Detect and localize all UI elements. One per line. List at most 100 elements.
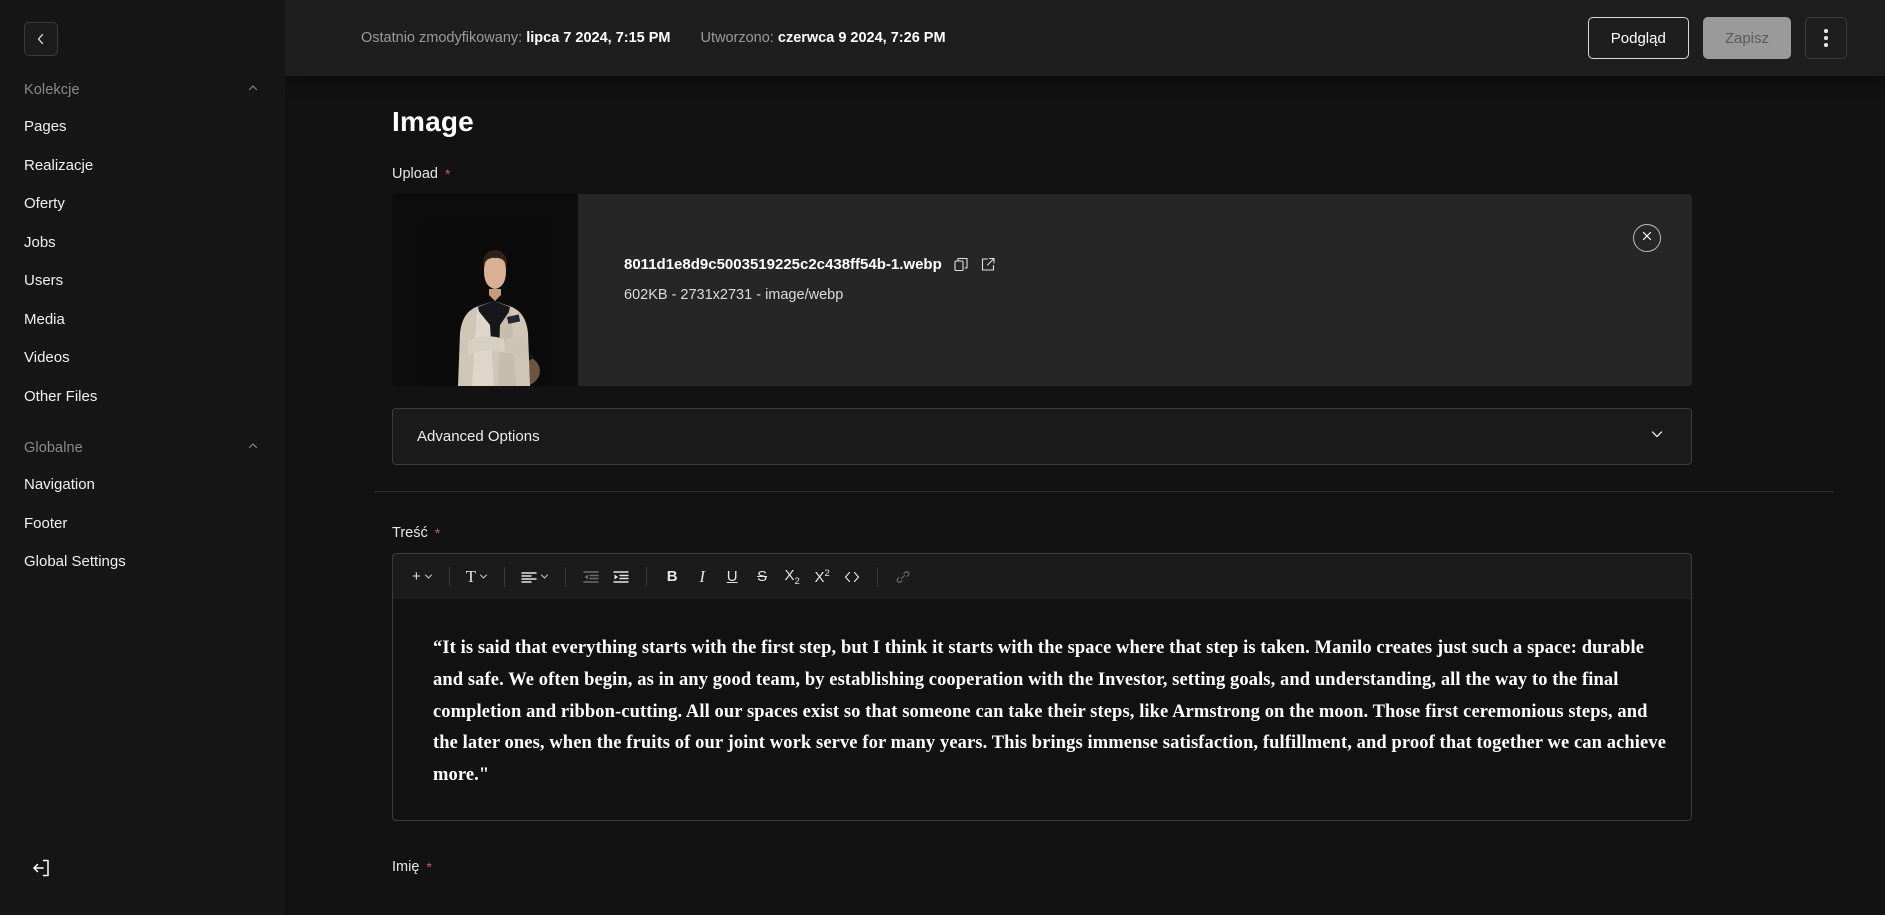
- chevron-down-icon: [541, 574, 549, 579]
- sidebar-item-footer[interactable]: Footer: [0, 505, 285, 544]
- sidebar-item-oferty[interactable]: Oferty: [0, 185, 285, 224]
- sidebar-nav: Kolekcje Pages Realizacje Oferty Jobs Us…: [0, 56, 285, 855]
- sidebar-item-jobs[interactable]: Jobs: [0, 224, 285, 263]
- copy-icon[interactable]: [954, 257, 969, 272]
- portrait-photo-icon: [420, 221, 550, 386]
- subscript-icon: X2: [784, 566, 800, 587]
- superscript-icon: X2: [814, 567, 830, 586]
- code-button[interactable]: [838, 562, 866, 592]
- file-name-row: 8011d1e8d9c5003519225c2c438ff54b-1.webp: [624, 256, 1692, 273]
- upload-card: 8011d1e8d9c5003519225c2c438ff54b-1.webp: [392, 194, 1692, 386]
- toolbar-separator: [565, 566, 567, 587]
- toolbar-separator: [877, 566, 879, 587]
- italic-button[interactable]: I: [688, 562, 716, 592]
- upload-label-text: Upload: [392, 166, 438, 182]
- topbar-actions: Podgląd Zapisz: [1587, 17, 1847, 59]
- sidebar: Kolekcje Pages Realizacje Oferty Jobs Us…: [0, 0, 285, 915]
- sidebar-section-kolekcje[interactable]: Kolekcje: [0, 72, 285, 108]
- edit-external-icon[interactable]: [981, 257, 996, 272]
- created-value: czerwca 9 2024, 7:26 PM: [777, 30, 946, 46]
- outdent-icon: [583, 570, 599, 583]
- upload-field-label: Upload *: [392, 166, 1692, 182]
- more-options-button[interactable]: [1805, 17, 1847, 59]
- content-label-text: Treść: [392, 525, 428, 541]
- sidebar-item-users[interactable]: Users: [0, 262, 285, 301]
- file-name: 8011d1e8d9c5003519225c2c438ff54b-1.webp: [624, 256, 942, 273]
- chevron-up-icon: [247, 439, 259, 457]
- outdent-button[interactable]: [577, 562, 605, 592]
- name-label-text: Imię: [392, 859, 420, 876]
- created-meta: Utworzono: czerwca 9 2024, 7:26 PM: [701, 30, 946, 46]
- superscript-button[interactable]: X2: [808, 562, 836, 592]
- logout-icon: [30, 857, 52, 884]
- bold-icon: B: [666, 568, 678, 585]
- close-circle-icon: [1641, 229, 1653, 247]
- created-label: Utworzono:: [700, 30, 774, 46]
- align-left-icon: [521, 571, 537, 583]
- required-marker: *: [426, 859, 432, 876]
- italic-icon: I: [699, 567, 705, 586]
- name-field-label: Imię *: [392, 859, 1692, 875]
- page-title: Image: [392, 106, 474, 137]
- file-meta: 602KB - 2731x2731 - image/webp: [624, 287, 844, 303]
- content-field-label: Treść *: [392, 525, 1692, 541]
- align-button[interactable]: [516, 562, 554, 592]
- subscript-button[interactable]: X2: [778, 562, 806, 592]
- editor-content-text: “It is said that everything starts with …: [433, 638, 1667, 786]
- sidebar-footer: [0, 855, 285, 915]
- underline-icon: U: [726, 568, 738, 585]
- chevron-down-icon: [424, 574, 432, 579]
- chevron-left-icon: [35, 33, 47, 45]
- chevron-down-icon: [480, 574, 488, 579]
- form-content: Image Upload * 8011d1e8d9c5003519225c2c4…: [285, 76, 1885, 915]
- more-vertical-icon: [1824, 29, 1828, 47]
- sidebar-item-navigation[interactable]: Navigation: [0, 466, 285, 505]
- preview-button[interactable]: Podgląd: [1587, 17, 1689, 59]
- text-style-button[interactable]: T: [461, 562, 493, 592]
- last-modified-value: lipca 7 2024, 7:15 PM: [526, 30, 671, 46]
- upload-info: 8011d1e8d9c5003519225c2c438ff54b-1.webp: [578, 194, 1692, 386]
- strikethrough-icon: S: [757, 568, 768, 585]
- code-icon: [845, 571, 860, 582]
- toolbar-separator: [504, 566, 506, 587]
- toolbar-separator: [646, 566, 648, 587]
- chevron-up-icon: [247, 81, 259, 99]
- remove-upload-button[interactable]: [1633, 224, 1661, 252]
- logout-button[interactable]: [26, 855, 56, 885]
- required-marker: *: [434, 525, 441, 541]
- last-modified-label: Ostatnio zmodyfikowany:: [361, 30, 523, 46]
- underline-button[interactable]: U: [718, 562, 746, 592]
- sidebar-item-videos[interactable]: Videos: [0, 339, 285, 378]
- indent-button[interactable]: [607, 562, 635, 592]
- main-area: Ostatnio zmodyfikowany: lipca 7 2024, 7:…: [285, 0, 1885, 915]
- required-marker: *: [444, 166, 451, 182]
- plus-icon: +: [412, 568, 421, 585]
- sidebar-item-media[interactable]: Media: [0, 301, 285, 340]
- chevron-down-icon: [1649, 426, 1665, 447]
- sidebar-item-pages[interactable]: Pages: [0, 108, 285, 147]
- topbar: Ostatnio zmodyfikowany: lipca 7 2024, 7:…: [285, 0, 1885, 76]
- upload-thumbnail[interactable]: [392, 194, 578, 386]
- sidebar-collapse-button[interactable]: [24, 22, 58, 56]
- insert-block-button[interactable]: +: [407, 562, 438, 592]
- editor-toolbar: + T B I U S X2 X2: [392, 553, 1692, 599]
- advanced-options-label: Advanced Options: [417, 428, 540, 445]
- indent-icon: [613, 570, 629, 583]
- last-modified-meta: Ostatnio zmodyfikowany: lipca 7 2024, 7:…: [361, 30, 671, 46]
- editor-body[interactable]: “It is said that everything starts with …: [392, 599, 1692, 822]
- save-button[interactable]: Zapisz: [1702, 17, 1791, 59]
- text-style-icon: T: [465, 567, 477, 586]
- document-meta: Ostatnio zmodyfikowany: lipca 7 2024, 7:…: [361, 30, 1588, 46]
- link-button[interactable]: [889, 562, 917, 592]
- advanced-options-toggle[interactable]: Advanced Options: [392, 408, 1692, 465]
- link-icon: [896, 570, 910, 583]
- bold-button[interactable]: B: [658, 562, 686, 592]
- sidebar-item-global-settings[interactable]: Global Settings: [0, 543, 285, 582]
- sidebar-item-other-files[interactable]: Other Files: [0, 378, 285, 417]
- sidebar-section-label: Globalne: [24, 440, 83, 456]
- sidebar-section-globalne[interactable]: Globalne: [0, 430, 285, 466]
- sidebar-section-label: Kolekcje: [24, 82, 80, 98]
- strikethrough-button[interactable]: S: [748, 562, 776, 592]
- form-wrapper: Image Upload * 8011d1e8d9c5003519225c2c4…: [374, 106, 1834, 875]
- sidebar-item-realizacje[interactable]: Realizacje: [0, 147, 285, 186]
